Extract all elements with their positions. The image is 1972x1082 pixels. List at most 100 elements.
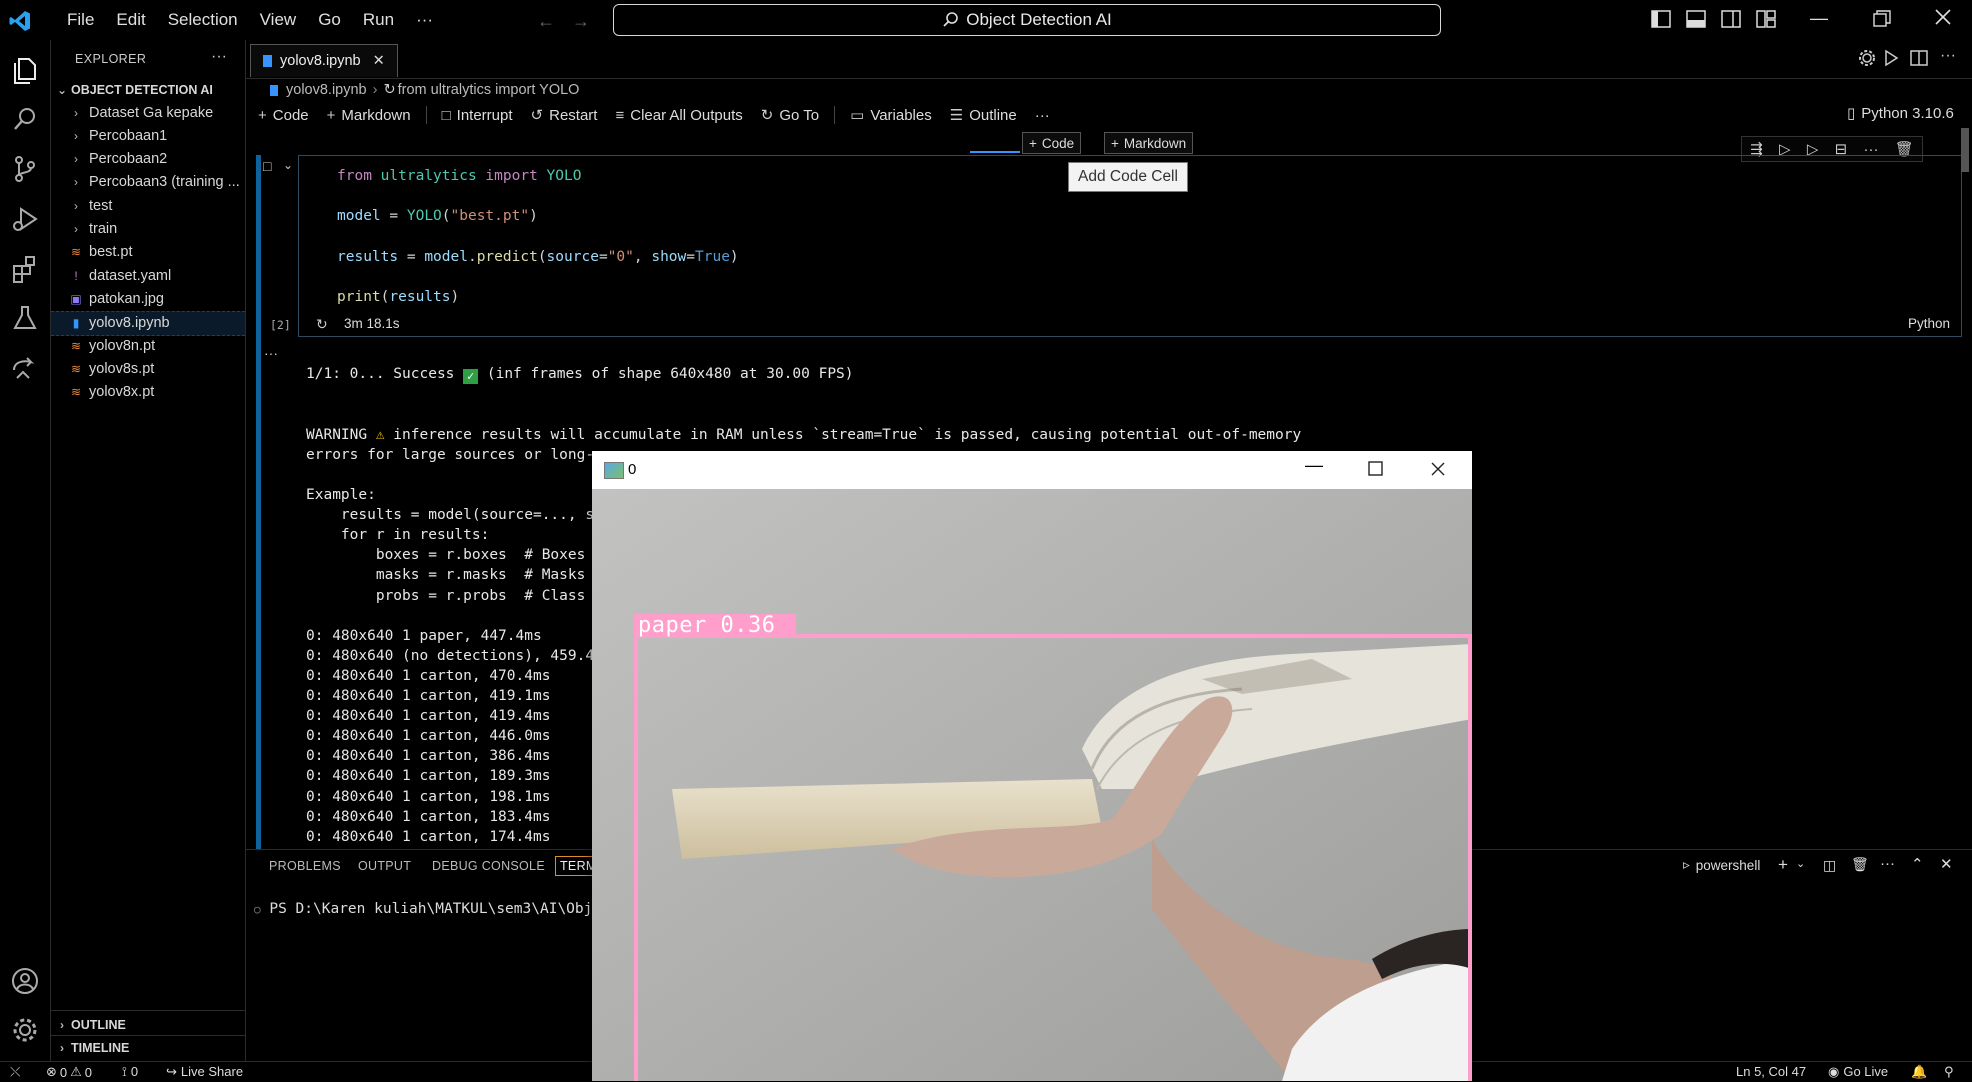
kill-terminal-icon[interactable]: 🗑 [1851, 856, 1869, 873]
explorer-item[interactable]: › Percobaan3 (training ... [51, 171, 245, 194]
explorer-item[interactable]: ≋ yolov8s.pt [51, 357, 245, 380]
split-terminal-icon[interactable]: ◫ [1823, 857, 1836, 874]
outline-section[interactable]: › OUTLINE [51, 1013, 245, 1036]
forward-arrow-icon[interactable]: → [572, 11, 590, 32]
clear-outputs-button[interactable]: ≡ Clear All Outputs [606, 107, 751, 124]
explorer-item[interactable]: ≋ yolov8x.pt [51, 381, 245, 404]
notebook-settings-icon[interactable] [1858, 49, 1876, 67]
add-code-button[interactable]: + Code [246, 107, 318, 124]
explorer-item[interactable]: ▣ patokan.jpg [51, 287, 245, 310]
explorer-icon[interactable] [9, 54, 41, 86]
explorer-item[interactable]: › Dataset Ga kepake [51, 101, 245, 124]
panel-more-icon[interactable]: ··· [1880, 855, 1895, 872]
camera-preview-window[interactable]: 0 — paper 0.36 [592, 451, 1472, 1081]
menu-run[interactable]: Run [352, 10, 405, 30]
testing-flask-icon[interactable] [9, 302, 41, 334]
toolbar-more-icon[interactable]: ··· [1026, 107, 1059, 124]
explorer-more-icon[interactable]: ··· [211, 48, 227, 66]
explorer-item-label: yolov8x.pt [89, 384, 155, 401]
back-arrow-icon[interactable]: ← [537, 11, 555, 32]
output-more-icon[interactable]: ··· [264, 345, 278, 361]
accounts-status-icon[interactable]: ⚲ [1944, 1064, 1954, 1080]
menu-file[interactable]: File [56, 10, 105, 30]
go-to-button[interactable]: ↻ Go To [752, 106, 828, 125]
notifications-bell-icon[interactable]: 🔔 [1911, 1064, 1927, 1080]
scrollbar-thumb[interactable] [1961, 128, 1969, 172]
run-all-icon[interactable] [1882, 49, 1900, 67]
restart-button[interactable]: ↺ Restart [522, 106, 607, 125]
close-panel-icon[interactable]: ✕ [1940, 855, 1953, 873]
explorer-item[interactable]: › Percobaan1 [51, 124, 245, 147]
explorer-item[interactable]: ! dataset.yaml [51, 264, 245, 287]
breadcrumb-cell[interactable]: from ultralytics import YOLO [398, 82, 580, 98]
camera-window-title-bar[interactable]: 0 — [592, 451, 1472, 489]
insert-code-cell-button[interactable]: + Code [1022, 132, 1082, 154]
settings-gear-icon[interactable] [9, 1014, 41, 1046]
workspace-folder[interactable]: ⌄ OBJECT DETECTION AI [51, 78, 245, 101]
warning-icon: ⚠ [375, 427, 385, 443]
camera-close-icon[interactable] [1430, 461, 1446, 477]
run-debug-icon[interactable] [9, 203, 41, 235]
command-center-search[interactable]: Object Detection AI [613, 4, 1441, 36]
accounts-icon[interactable] [9, 965, 41, 997]
explorer-item[interactable]: › test [51, 194, 245, 217]
explorer-item[interactable]: ≋ best.pt [51, 241, 245, 264]
remote-indicator-icon[interactable]: ⤬ [10, 1064, 20, 1080]
explorer-item[interactable]: › Percobaan2 [51, 148, 245, 171]
minimize-icon[interactable]: — [1810, 8, 1828, 29]
terminal-prompt[interactable]: ○ PS D:\Karen kuliah\MATKUL\sem3\AI\Obje… [254, 901, 610, 917]
cell-status-square-icon[interactable]: □ [263, 158, 271, 174]
toggle-primary-sidebar-icon[interactable] [1651, 10, 1671, 28]
circle-icon: ○ [254, 903, 261, 916]
menu-edit[interactable]: Edit [105, 10, 156, 30]
output-line: 0: 480x640 1 carton, 386.4ms [306, 748, 551, 765]
source-control-icon[interactable] [9, 153, 41, 185]
chevron-down-icon[interactable]: ⌄ [1796, 857, 1805, 870]
cell-language[interactable]: Python [1908, 316, 1950, 331]
restore-icon[interactable] [1873, 10, 1891, 28]
explorer-item-label: train [89, 221, 118, 237]
extensions-icon[interactable] [9, 253, 41, 285]
insert-markdown-cell-button[interactable]: + Markdown [1104, 132, 1194, 154]
chevron-down-icon[interactable]: ⌄ [283, 158, 293, 172]
kernel-picker[interactable]: ▯ Python 3.10.6 [1847, 104, 1954, 123]
explorer-item[interactable]: › train [51, 218, 245, 241]
timeline-section[interactable]: › TIMELINE [51, 1036, 245, 1059]
menu-go[interactable]: Go [307, 10, 352, 30]
explorer-item-label: dataset.yaml [89, 267, 172, 284]
remote-explorer-icon[interactable] [9, 352, 41, 384]
variables-button[interactable]: ▭ Variables [841, 106, 941, 125]
customize-layout-icon[interactable] [1756, 10, 1776, 28]
go-live-button[interactable]: ◉ Go Live [1828, 1064, 1888, 1080]
new-terminal-icon[interactable]: + [1778, 855, 1788, 875]
interrupt-button[interactable]: □ Interrupt [433, 107, 522, 124]
breadcrumb-file[interactable]: yolov8.ipynb [286, 82, 367, 98]
tab-yolov8-ipynb[interactable]: yolov8.ipynb ✕ [250, 44, 398, 77]
camera-minimize-icon[interactable]: — [1305, 455, 1323, 476]
tab-problems[interactable]: PROBLEMS [269, 859, 341, 873]
terminal-shell-selector[interactable]: ▹ powershell [1683, 857, 1760, 873]
menu-view[interactable]: View [249, 10, 308, 30]
problems-indicator[interactable]: ⊗ 0 ⚠ 0 [46, 1064, 92, 1080]
search-sidebar-icon[interactable] [9, 103, 41, 135]
split-editor-icon[interactable] [1910, 49, 1928, 67]
cursor-position[interactable]: Ln 5, Col 47 [1736, 1064, 1806, 1079]
tab-close-icon[interactable]: ✕ [373, 53, 385, 69]
menu-selection[interactable]: Selection [157, 10, 249, 30]
ports-indicator[interactable]: ⟟ 0 [122, 1064, 138, 1080]
explorer-item[interactable]: ▮ yolov8.ipynb [51, 310, 245, 336]
editor-more-icon[interactable]: ··· [1940, 47, 1956, 65]
outline-button[interactable]: ☰ Outline [941, 106, 1026, 125]
clear-all-icon: ≡ [615, 106, 625, 124]
explorer-item[interactable]: ≋ yolov8n.pt [51, 334, 245, 357]
toggle-panel-icon[interactable] [1686, 10, 1706, 28]
tab-output[interactable]: OUTPUT [358, 859, 411, 873]
menu-more[interactable]: ··· [405, 10, 444, 30]
live-share-button[interactable]: ↪ Live Share [166, 1064, 243, 1080]
maximize-panel-icon[interactable]: ⌃ [1911, 855, 1924, 873]
toggle-secondary-sidebar-icon[interactable] [1721, 10, 1741, 28]
tab-debug-console[interactable]: DEBUG CONSOLE [432, 859, 545, 873]
camera-maximize-icon[interactable] [1368, 461, 1383, 476]
add-markdown-button[interactable]: + Markdown [318, 107, 420, 124]
close-window-icon[interactable] [1934, 8, 1952, 26]
